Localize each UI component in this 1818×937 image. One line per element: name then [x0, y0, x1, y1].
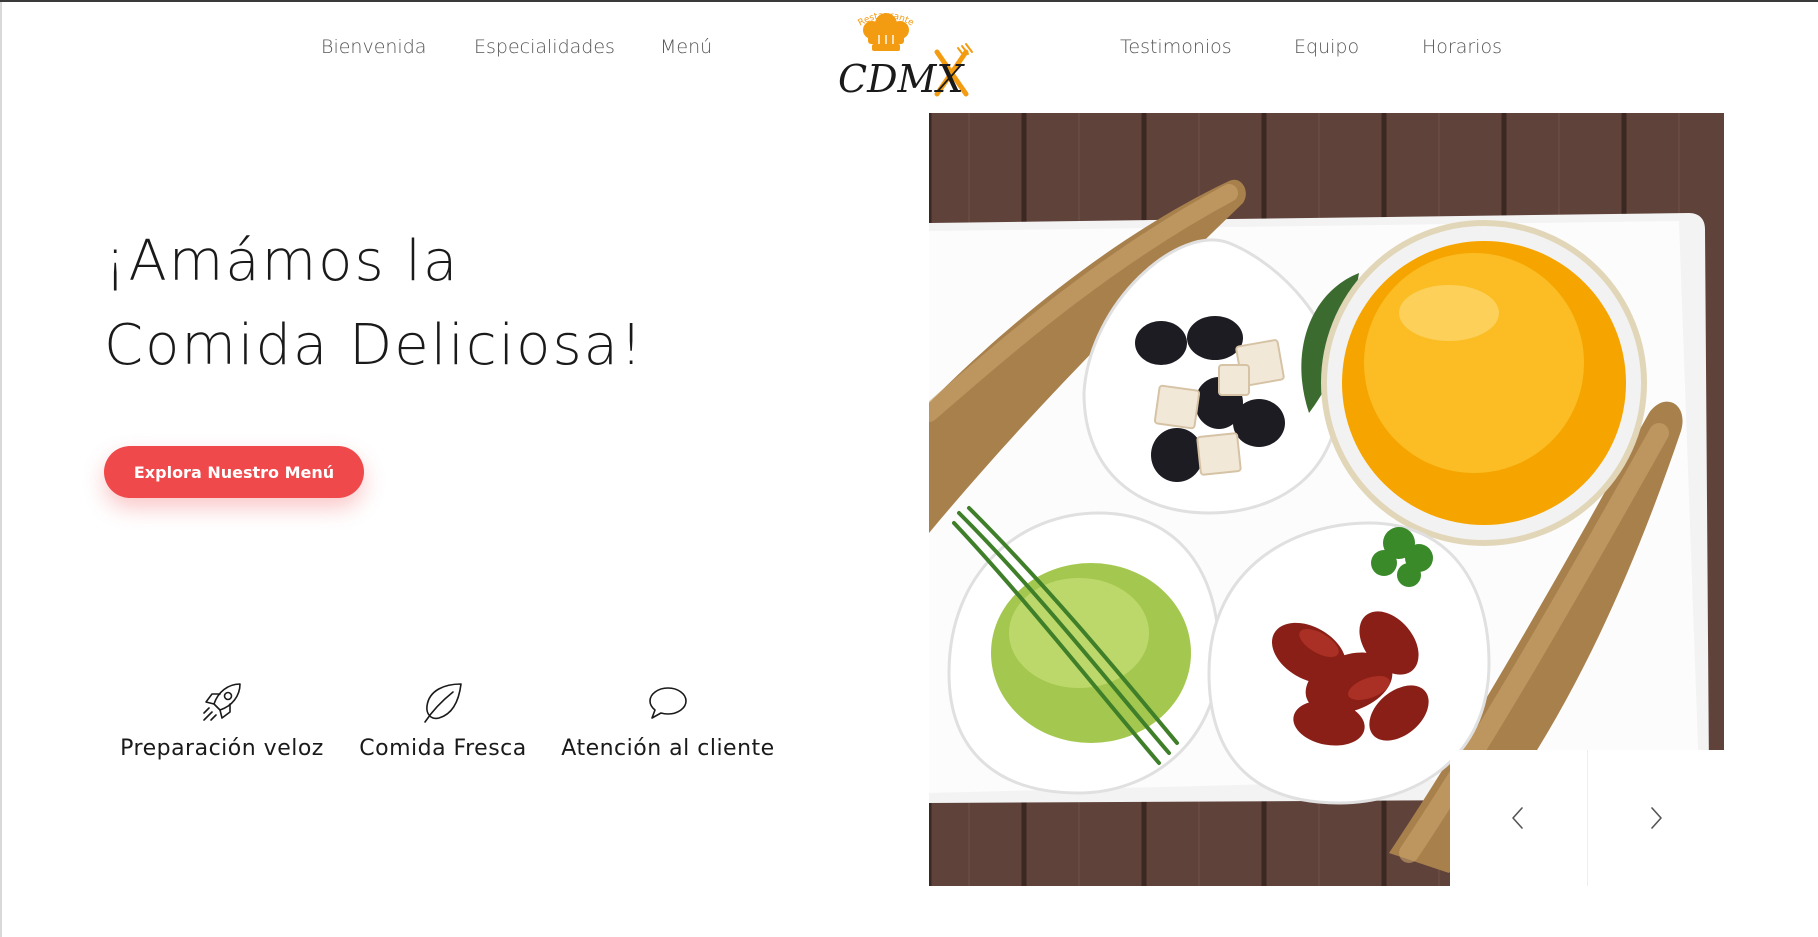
restaurant-logo[interactable]: Restaurante CDMX — [836, 4, 976, 101]
slider-prev-button[interactable] — [1450, 750, 1587, 886]
chat-bubble-icon — [649, 687, 687, 719]
feature-customer-service: Atención al cliente — [558, 680, 778, 761]
explore-menu-button[interactable]: Explora Nuestro Menú — [104, 446, 364, 498]
slider-controls — [1450, 750, 1724, 886]
rocket-icon — [203, 683, 241, 721]
feature-label: Preparación veloz — [120, 736, 324, 761]
nav-link-menu[interactable]: Menú — [660, 36, 712, 58]
chevron-left-icon — [1512, 807, 1524, 829]
top-border — [0, 0, 1818, 2]
feature-fresh-food: Comida Fresca — [333, 680, 553, 761]
left-border — [0, 2, 2, 937]
feature-fast-prep: Preparación veloz — [112, 680, 332, 761]
logo-wordmark: CDMX — [838, 57, 965, 98]
leaf-icon — [424, 683, 462, 723]
chevron-right-icon — [1650, 807, 1662, 829]
slider-next-button[interactable] — [1587, 750, 1724, 886]
feature-label: Comida Fresca — [359, 736, 527, 761]
nav-link-testimonios[interactable]: Testimonios — [1120, 36, 1232, 58]
nav-link-equipo[interactable]: Equipo — [1294, 36, 1359, 58]
hero-title-line-1: ¡Amámos la — [104, 229, 460, 294]
nav-link-horarios[interactable]: Horarios — [1422, 36, 1502, 58]
hero-title-line-2: Comida Deliciosa! — [104, 313, 645, 378]
hero-title: ¡Amámos la Comida Deliciosa! — [104, 220, 704, 388]
feature-label: Atención al cliente — [561, 736, 775, 761]
nav-link-especialidades[interactable]: Especialidades — [474, 36, 615, 58]
nav-link-bienvenida[interactable]: Bienvenida — [321, 36, 426, 58]
logo-graphic: Restaurante CDMX — [838, 11, 973, 101]
